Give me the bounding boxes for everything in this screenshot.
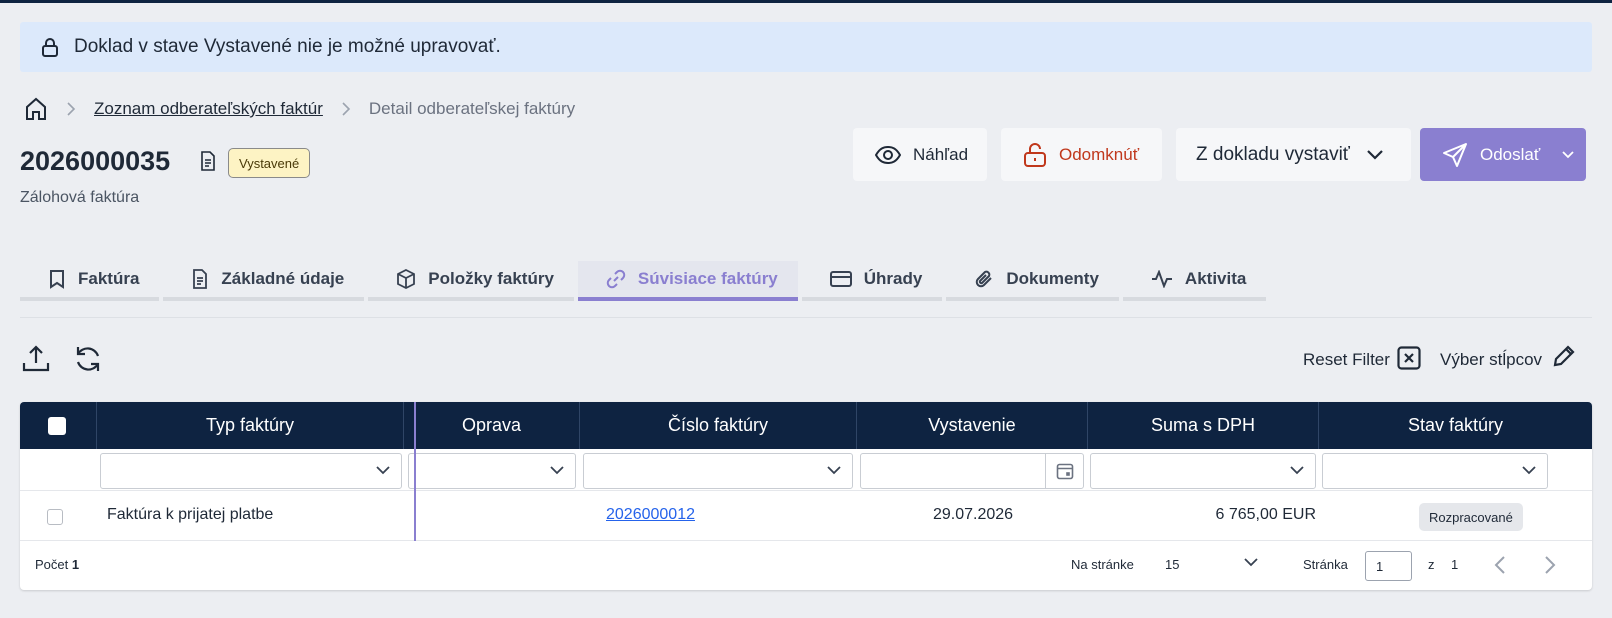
chevron-down-icon[interactable] (1562, 150, 1574, 159)
chevron-down-icon (1290, 466, 1304, 475)
page-number-input[interactable]: 1 (1365, 551, 1412, 581)
tab-label: Dokumenty (1006, 269, 1099, 288)
chevron-left-icon[interactable] (1494, 555, 1506, 575)
tab-basic-info[interactable]: Základné údaje (163, 261, 365, 301)
status-filter-select[interactable] (1322, 453, 1548, 489)
tab-invoice-items[interactable]: Položky faktúry (368, 261, 574, 301)
total-pages: 1 (1451, 557, 1459, 572)
count-value: 1 (71, 557, 80, 572)
column-header-correction[interactable]: Oprava (403, 402, 579, 449)
correction-filter-select[interactable] (408, 453, 576, 489)
document-type: Zálohová faktúra (20, 189, 140, 206)
export-upload-icon[interactable] (21, 344, 51, 374)
file-text-icon (193, 269, 208, 289)
send-label: Odoslať (1480, 144, 1541, 164)
tab-label: Faktúra (78, 269, 140, 288)
tab-documents[interactable]: Dokumenty (946, 261, 1119, 301)
pencil-icon[interactable] (1553, 345, 1575, 367)
paperclip-icon (976, 270, 993, 288)
column-header-amount[interactable]: Suma s DPH (1087, 402, 1318, 449)
create-from-label: Z dokladu vystaviť (1196, 143, 1350, 165)
status-badge: Rozpracované (1419, 503, 1523, 531)
cell-issued: 29.07.2026 (933, 506, 1014, 523)
per-page-select[interactable]: 15 (1165, 557, 1179, 572)
pinned-column-divider[interactable] (414, 402, 416, 541)
type-filter-select[interactable] (100, 453, 402, 489)
create-from-document-dropdown[interactable]: Z dokladu vystaviť (1176, 128, 1411, 181)
select-all-checkbox[interactable] (48, 417, 66, 435)
home-icon[interactable] (24, 96, 48, 122)
tab-label: Aktivita (1184, 269, 1247, 288)
related-invoices-grid: Typ faktúry Oprava Číslo faktúry Vystave… (20, 402, 1592, 590)
column-header-status[interactable]: Stav faktúry (1318, 402, 1592, 449)
detail-tabs: Faktúra Základné údaje Položky faktúry S… (20, 261, 1270, 301)
breadcrumb: Zoznam odberateľských faktúr Detail odbe… (24, 95, 575, 123)
invoice-number-link[interactable]: 2026000012 (606, 506, 695, 524)
tab-label: Základné údaje (221, 269, 345, 288)
credit-card-icon (829, 271, 852, 287)
row-checkbox[interactable] (47, 509, 63, 525)
issued-date-filter[interactable] (860, 453, 1084, 489)
link-icon (606, 269, 626, 289)
reset-filter-label[interactable]: Reset Filter (1303, 350, 1390, 370)
refresh-icon[interactable] (73, 344, 103, 374)
tabs-divider (20, 317, 1592, 318)
tab-invoice[interactable]: Faktúra (20, 261, 160, 301)
page-label: Stránka (1303, 557, 1348, 572)
column-header-issued[interactable]: Vystavenie (856, 402, 1087, 449)
send-icon (1443, 142, 1467, 167)
chevron-down-icon (376, 466, 390, 475)
unlock-button[interactable]: Odomknúť (1001, 128, 1162, 181)
breadcrumb-link-invoices[interactable]: Zoznam odberateľských faktúr (94, 99, 323, 119)
package-icon (397, 269, 416, 289)
count-label: Počet (35, 557, 69, 572)
cell-amount: 6 765,00 EUR (1215, 506, 1316, 523)
tab-label: Úhrady (863, 269, 923, 288)
preview-button[interactable]: Náhľad (853, 128, 987, 181)
column-header-number[interactable]: Číslo faktúry (579, 402, 856, 449)
activity-icon (1151, 270, 1172, 288)
tab-label: Položky faktúry (428, 269, 554, 288)
tab-related-invoices[interactable]: Súvisiace faktúry (577, 261, 798, 301)
cell-type: Faktúra k prijatej platbe (107, 506, 274, 523)
tab-activity[interactable]: Aktivita (1122, 261, 1267, 301)
breadcrumb-current: Detail odberateľskej faktúry (368, 99, 576, 118)
number-filter-select[interactable] (583, 453, 853, 489)
calendar-icon[interactable] (1045, 454, 1083, 488)
tab-payments[interactable]: Úhrady (801, 261, 943, 301)
row-count: Počet 1 (35, 557, 79, 572)
send-button[interactable]: Odoslať (1420, 128, 1586, 181)
status-badge: Vystavené (228, 148, 311, 178)
chevron-down-icon (550, 466, 564, 475)
grid-footer: Počet 1 Na stránke 15 Stránka 1 z 1 (20, 541, 1592, 590)
close-square-icon[interactable] (1397, 346, 1421, 370)
column-select-label[interactable]: Výber stĺpcov (1440, 350, 1542, 370)
chevron-right-icon[interactable] (1544, 555, 1556, 575)
chevron-down-icon (827, 466, 841, 475)
amount-filter-select[interactable] (1090, 453, 1316, 489)
chevron-right-icon (342, 102, 351, 116)
lock-icon (42, 38, 58, 57)
unlock-icon (1024, 142, 1046, 167)
document-icon[interactable] (199, 151, 217, 171)
chevron-down-icon (1367, 149, 1383, 160)
grid-header: Typ faktúry Oprava Číslo faktúry Vystave… (20, 402, 1592, 449)
top-bar (0, 0, 1612, 3)
locked-alert: Doklad v stave Vystavené nie je možné up… (20, 22, 1592, 72)
unlock-label: Odomknúť (1059, 144, 1140, 164)
preview-label: Náhľad (913, 144, 969, 164)
chevron-right-icon (67, 102, 76, 116)
chevron-down-icon[interactable] (1244, 557, 1258, 567)
table-row[interactable]: Faktúra k prijatej platbe 2026000012 29.… (20, 491, 1592, 541)
column-header-type[interactable]: Typ faktúry (96, 402, 403, 449)
filter-row (20, 449, 1592, 491)
page-title: 2026000035 (20, 146, 171, 176)
alert-text: Doklad v stave Vystavené nie je možné up… (74, 36, 501, 57)
book-icon (50, 270, 64, 289)
eye-icon (875, 145, 901, 164)
of-label: z (1428, 557, 1435, 572)
chevron-down-icon (1522, 466, 1536, 475)
per-page-label: Na stránke (1071, 557, 1134, 572)
tab-label: Súvisiace faktúry (637, 269, 778, 288)
